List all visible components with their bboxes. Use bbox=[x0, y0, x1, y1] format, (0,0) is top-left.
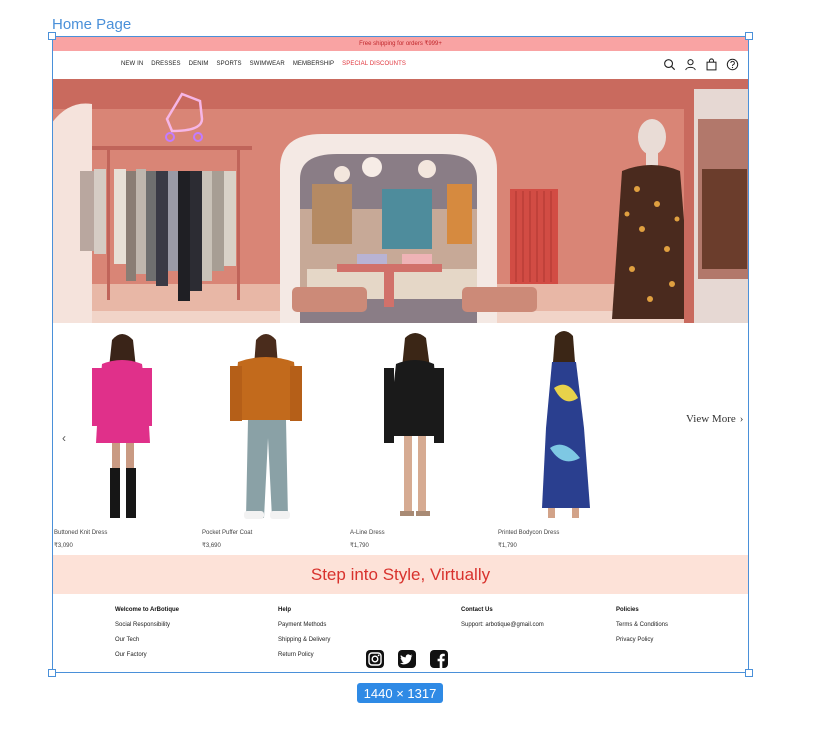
home-page-frame: Free shipping for orders ₹999+ NEW IN DR… bbox=[52, 36, 749, 673]
social-links bbox=[366, 650, 448, 668]
product-name[interactable]: Printed Bodycon Dress bbox=[498, 530, 638, 536]
footer-link[interactable]: Payment Methods bbox=[278, 622, 330, 628]
product-price: ₹1,790 bbox=[498, 543, 517, 549]
product-image bbox=[230, 334, 302, 519]
footer: Welcome to ArBotique Social Responsibili… bbox=[52, 594, 749, 673]
promo-text: Step into Style, Virtually bbox=[310, 564, 491, 584]
bag-icon[interactable] bbox=[705, 58, 718, 71]
resize-handle-top-left[interactable] bbox=[48, 32, 56, 40]
nav-link-new-in[interactable]: NEW IN bbox=[121, 61, 143, 67]
product-name[interactable]: Buttoned Knit Dress bbox=[54, 530, 194, 536]
nav-link-special-discounts[interactable]: SPECIAL DISCOUNTS bbox=[342, 61, 406, 67]
product-price: ₹3,690 bbox=[202, 543, 221, 549]
user-icon[interactable] bbox=[684, 58, 697, 71]
help-icon[interactable] bbox=[726, 58, 739, 71]
footer-col-contact: Contact Us Support: arbotique@gmail.com bbox=[461, 607, 544, 637]
nav-link-sports[interactable]: SPORTS bbox=[217, 61, 242, 67]
product-card[interactable]: Buttoned Knit Dress ₹3,090 bbox=[54, 328, 194, 549]
product-image bbox=[92, 334, 152, 518]
boutique-interior-image bbox=[52, 79, 749, 323]
nav-link-dresses[interactable]: DRESSES bbox=[151, 61, 180, 67]
product-card[interactable]: A-Line Dress ₹1,790 bbox=[350, 328, 490, 549]
footer-col-policies: Policies Terms & Conditions Privacy Poli… bbox=[616, 607, 668, 652]
resize-handle-bottom-right[interactable] bbox=[745, 669, 753, 677]
product-image bbox=[384, 333, 444, 516]
facebook-icon[interactable] bbox=[430, 650, 448, 668]
product-name[interactable]: A-Line Dress bbox=[350, 530, 490, 536]
frame-label[interactable]: Home Page bbox=[52, 16, 131, 33]
footer-heading: Contact Us bbox=[461, 607, 493, 613]
footer-heading: Welcome to ArBotique bbox=[115, 607, 180, 613]
product-card[interactable]: Printed Bodycon Dress ₹1,790 bbox=[498, 328, 638, 549]
footer-link[interactable]: Our Factory bbox=[115, 652, 179, 658]
footer-link[interactable]: Our Tech bbox=[115, 637, 179, 643]
footer-col-help: Help Payment Methods Shipping & Delivery… bbox=[278, 607, 330, 667]
chevron-right-icon: › bbox=[739, 413, 744, 425]
nav-icons bbox=[663, 58, 739, 71]
promo-banner[interactable]: Step into Style, Virtually bbox=[52, 555, 749, 594]
view-more-label: View More bbox=[686, 413, 736, 425]
view-more-link[interactable]: View More › bbox=[686, 413, 743, 425]
resize-handle-bottom-left[interactable] bbox=[48, 669, 56, 677]
product-image bbox=[542, 331, 590, 518]
search-icon[interactable] bbox=[663, 58, 676, 71]
announcement-bar: Free shipping for orders ₹999+ bbox=[52, 36, 749, 51]
nav-link-denim[interactable]: DENIM bbox=[189, 61, 209, 67]
design-canvas: Home Page Free shipping for orders ₹999+… bbox=[0, 0, 822, 729]
footer-link[interactable]: Support: arbotique@gmail.com bbox=[461, 622, 544, 628]
footer-link[interactable]: Social Responsibility bbox=[115, 622, 179, 628]
footer-heading: Policies bbox=[616, 607, 639, 613]
footer-col-about: Welcome to ArBotique Social Responsibili… bbox=[115, 607, 179, 667]
footer-heading: Help bbox=[278, 607, 292, 613]
frame-size-badge: 1440 × 1317 bbox=[357, 683, 443, 703]
product-card[interactable]: Pocket Puffer Coat ₹3,690 bbox=[202, 328, 342, 549]
product-price: ₹1,790 bbox=[350, 543, 369, 549]
resize-handle-top-right[interactable] bbox=[745, 32, 753, 40]
hero-banner[interactable] bbox=[52, 79, 749, 323]
instagram-icon[interactable] bbox=[366, 650, 384, 668]
nav-links: NEW IN DRESSES DENIM SPORTS SWIMWEAR MEM… bbox=[121, 61, 406, 67]
footer-link[interactable]: Return Policy bbox=[278, 652, 330, 658]
twitter-icon[interactable] bbox=[398, 650, 416, 668]
nav-link-membership[interactable]: MEMBERSHIP bbox=[293, 61, 334, 67]
footer-link[interactable]: Privacy Policy bbox=[616, 637, 668, 643]
footer-link[interactable]: Shipping & Delivery bbox=[278, 637, 330, 643]
announcement-text: Free shipping for orders ₹999+ bbox=[359, 41, 442, 47]
product-carousel: ‹ Buttoned Knit Dress ₹3,090 Pocket Puff… bbox=[52, 323, 749, 555]
product-price: ₹3,090 bbox=[54, 543, 73, 549]
product-name[interactable]: Pocket Puffer Coat bbox=[202, 530, 342, 536]
main-nav: NEW IN DRESSES DENIM SPORTS SWIMWEAR MEM… bbox=[52, 51, 749, 79]
footer-link[interactable]: Terms & Conditions bbox=[616, 622, 668, 628]
nav-link-swimwear[interactable]: SWIMWEAR bbox=[250, 61, 285, 67]
